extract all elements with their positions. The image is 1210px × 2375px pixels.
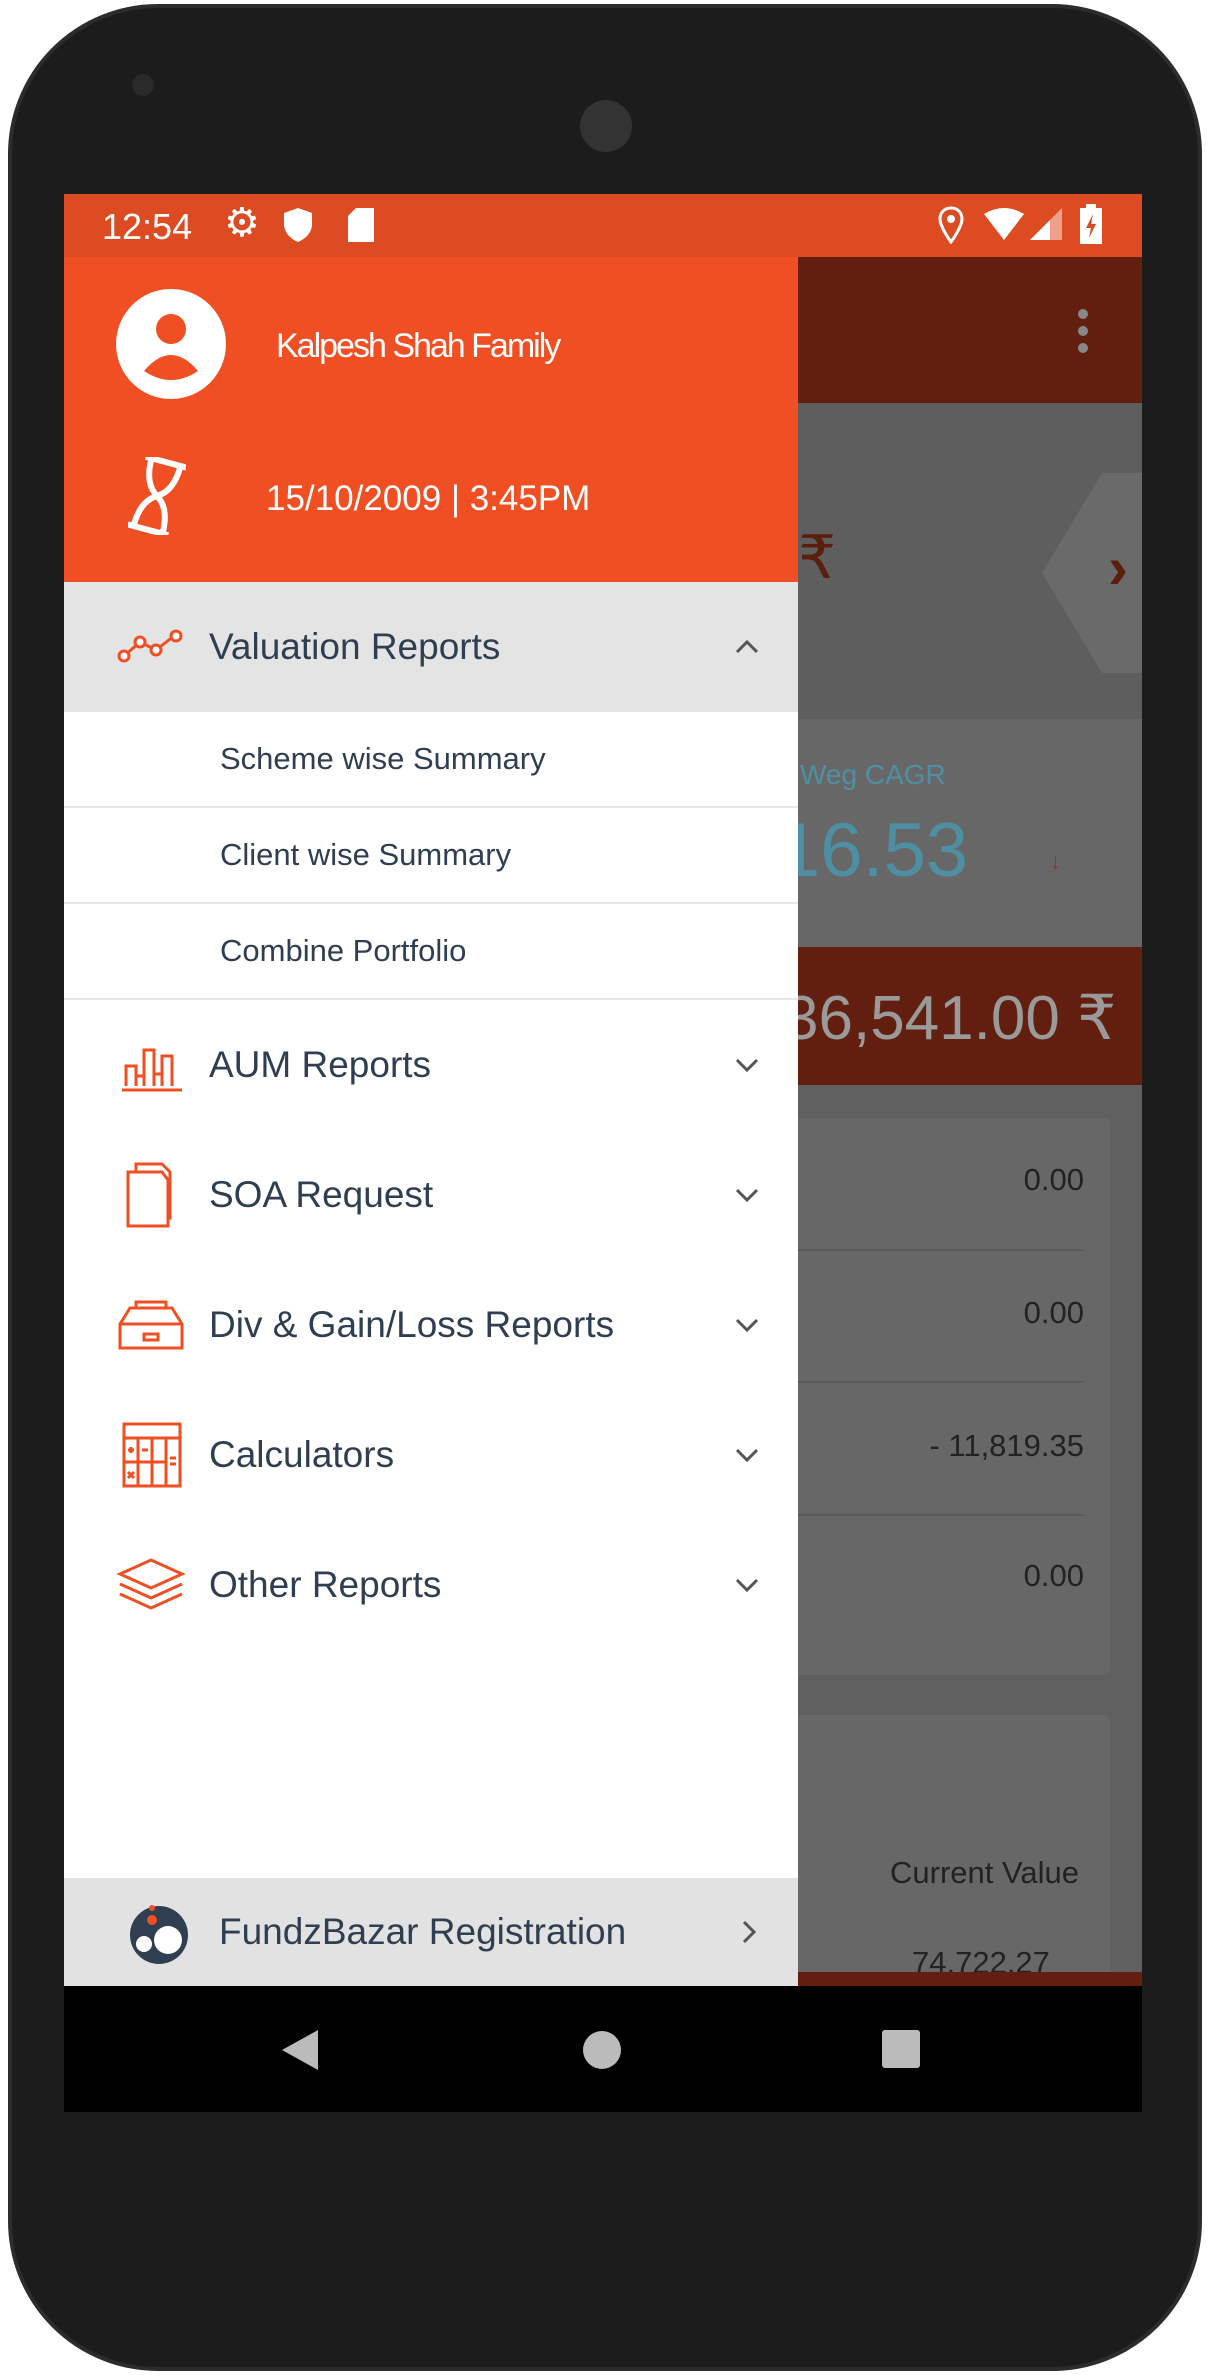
cagr-card: Weg CAGR 16.53 ↓ (778, 719, 1142, 947)
arrow-down-icon: ↓ (1050, 849, 1061, 874)
row-value: - 11,819.35 (929, 1428, 1084, 1463)
rupee-icon: ₹ (798, 524, 837, 591)
wifi-icon (984, 208, 1024, 240)
last-updated: 15/10/2009 | 3:45PM (266, 479, 591, 518)
menu-label: Valuation Reports (209, 626, 501, 667)
chevron-right-icon[interactable]: › (1108, 533, 1128, 602)
avatar[interactable] (116, 289, 226, 399)
chevron-down-icon (735, 1188, 759, 1203)
menu-label: Div & Gain/Loss Reports (209, 1304, 615, 1345)
chevron-down-icon (735, 1448, 759, 1463)
back-icon[interactable] (282, 2030, 318, 2070)
chevron-down-icon (735, 1318, 759, 1333)
home-icon[interactable] (582, 2030, 622, 2070)
menu-other-reports[interactable]: Other Reports (64, 1520, 798, 1650)
front-camera (132, 74, 154, 96)
chevron-down-icon (735, 1578, 759, 1593)
signal-icon (1030, 208, 1062, 240)
menu-aum-reports[interactable]: AUM Reports (64, 1000, 798, 1130)
more-options-icon[interactable] (1078, 309, 1088, 353)
current-value-label: Current Value (890, 1855, 1079, 1890)
clock: 12:54 (102, 206, 193, 247)
screen: ₹ › Weg CAGR 16.53 ↓ 36,541.00 ₹ 0.00 0.… (64, 194, 1142, 2112)
inbox-tray-icon (118, 1300, 184, 1350)
sd-card-icon (348, 208, 374, 242)
fundzbazar-logo-icon (130, 1905, 188, 1964)
gear-icon: ⚙ (224, 201, 260, 245)
navigation-drawer: Kalpesh Shah Family 15/10/2009 | 3:45PM … (64, 257, 798, 1986)
cagr-label: Weg CAGR (800, 759, 946, 790)
row-value: 0.00 (1023, 1295, 1084, 1330)
total-value: 36,541.00 ₹ (784, 984, 1117, 1053)
calculator-icon (122, 1422, 182, 1488)
summary-banner: ₹ › (798, 403, 1142, 719)
menu-soa-request[interactable]: SOA Request (64, 1130, 798, 1260)
menu-label: FundzBazar Registration (219, 1911, 627, 1952)
menu-calculators[interactable]: Calculators (64, 1390, 798, 1520)
documents-icon (126, 1162, 172, 1228)
speaker (580, 100, 632, 152)
battery-charging-icon (1080, 204, 1102, 244)
location-icon (938, 206, 964, 244)
chevron-down-icon (735, 1058, 759, 1073)
submenu-combine-portfolio[interactable]: Combine Portfolio (64, 904, 798, 1000)
total-value-bar: 36,541.00 ₹ (784, 947, 1142, 1085)
row-value: 0.00 (1023, 1162, 1084, 1197)
fundzbazar-registration[interactable]: FundzBazar Registration (64, 1878, 798, 1986)
system-nav-bar (64, 1986, 1142, 2112)
layers-icon (116, 1558, 186, 1610)
recents-icon[interactable] (882, 2030, 920, 2068)
hourglass-icon (128, 457, 186, 535)
shield-icon (284, 208, 312, 242)
status-bar: 12:54 ⚙ (64, 194, 1142, 257)
line-chart-icon (117, 629, 183, 663)
row-value: 0.00 (1023, 1558, 1084, 1593)
cagr-value: 16.53 (778, 808, 969, 893)
bar-chart-icon (122, 1048, 182, 1092)
menu-valuation-reports[interactable]: Valuation Reports (64, 582, 798, 712)
drawer-header: Kalpesh Shah Family 15/10/2009 | 3:45PM (64, 257, 798, 582)
menu-label: Calculators (209, 1434, 395, 1475)
menu-div-gain-loss-reports[interactable]: Div & Gain/Loss Reports (64, 1260, 798, 1390)
submenu-client-wise-summary[interactable]: Client wise Summary (64, 808, 798, 904)
menu-label: Other Reports (209, 1564, 442, 1605)
menu-label: SOA Request (209, 1174, 434, 1215)
chevron-right-icon (742, 1920, 757, 1944)
user-name: Kalpesh Shah Family (276, 327, 561, 365)
submenu-scheme-wise-summary[interactable]: Scheme wise Summary (64, 712, 798, 808)
menu-label: AUM Reports (209, 1044, 432, 1085)
chevron-up-icon (735, 639, 759, 654)
